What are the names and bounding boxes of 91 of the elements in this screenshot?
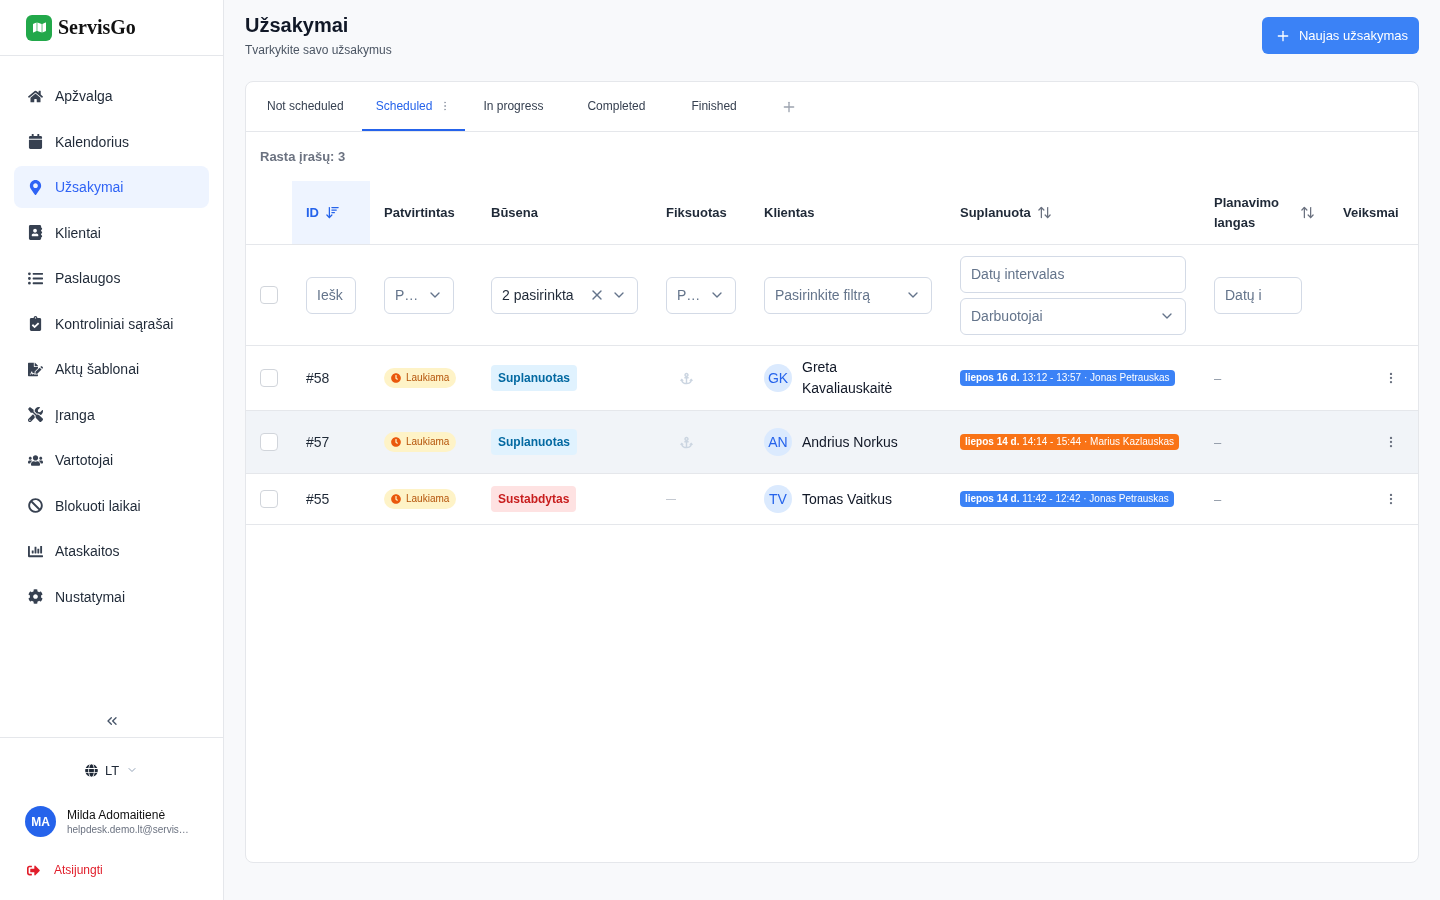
schedule-tag: liepos 14 d. 11:42 - 12:42 · Jonas Petrauskas — [960, 491, 1174, 507]
tools-icon — [28, 407, 43, 422]
brand-name: ServisGo — [58, 16, 136, 39]
result-count: Rasta įrašų: 3 — [259, 148, 347, 165]
contact-book-icon — [28, 225, 43, 240]
nav-item[interactable]: Nustatymai — [14, 575, 209, 618]
nav-item[interactable]: Paslaugos — [14, 257, 209, 299]
column-header: Veiksmai — [1342, 203, 1400, 222]
logo-icon — [26, 14, 52, 41]
tab[interactable]: In progress — [469, 82, 570, 131]
clock-icon — [391, 494, 401, 504]
user-avatar: MA — [25, 806, 56, 837]
nav-item[interactable]: Kontroliniai sąrašai — [14, 302, 209, 345]
status-tag: Suplanuotas — [491, 429, 577, 455]
empty-value: – — [1214, 491, 1222, 507]
search-field[interactable]: Datų intervalas — [960, 255, 1186, 293]
schedule-tag: liepos 16 d. 13:12 - 13:57 · Jonas Petrauskas — [960, 370, 1175, 386]
order-id: #55 — [306, 491, 330, 507]
status-tag: Suplanuotas — [491, 365, 577, 391]
clipboard-check-icon — [28, 316, 43, 331]
nav-item[interactable]: Įranga — [14, 393, 209, 436]
tab[interactable]: Not scheduled — [253, 82, 358, 131]
anchor-icon — [679, 435, 693, 449]
filter-select[interactable]: P… — [666, 276, 736, 314]
search-field[interactable]: Iešk — [306, 276, 356, 314]
sort-arrows-icon — [1300, 205, 1315, 220]
filter-select[interactable]: Pasirinkite filtrą — [764, 276, 932, 314]
tab[interactable]: Completed — [573, 82, 674, 131]
nav-item[interactable]: Užsakymai — [14, 166, 209, 208]
client-name: Tomas Vaitkus — [802, 489, 892, 509]
column-header[interactable]: ID — [292, 181, 370, 244]
column-header: Būsena — [490, 203, 539, 222]
settings-icon — [28, 589, 43, 604]
order-id: #58 — [306, 370, 330, 386]
column-header: Patvirtintas — [383, 203, 456, 222]
tab[interactable]: Scheduled — [361, 82, 466, 131]
sort-descending-icon — [325, 205, 340, 220]
page-title: Užsakymai — [245, 13, 350, 38]
clock-icon — [391, 373, 401, 383]
client-avatar: AN — [764, 428, 792, 456]
users-icon — [28, 452, 43, 468]
globe-icon — [84, 763, 98, 777]
tab[interactable]: Finished — [677, 82, 778, 131]
user-name: Milda Adomaitienė — [67, 808, 167, 822]
approval-label: Laukiama — [406, 436, 450, 448]
column-header: Klientas — [763, 203, 816, 222]
order-id: #57 — [306, 434, 330, 450]
map-pin-icon — [28, 179, 43, 195]
status-tag: Sustabdytas — [491, 486, 577, 512]
nav-item[interactable]: Klientai — [14, 211, 209, 254]
approval-label: Laukiama — [406, 493, 450, 505]
approval-label: Laukiama — [406, 372, 450, 384]
client-name: Andrius Norkus — [802, 432, 898, 452]
user-email: helpdesk.demo.lt@servis… — [67, 824, 189, 835]
search-field[interactable]: Datų i — [1214, 276, 1302, 314]
nav-item[interactable]: Apžvalga — [14, 75, 209, 117]
logout-button[interactable]: Atsijungti — [27, 860, 103, 880]
nav-item[interactable]: Aktų šablonai — [14, 348, 209, 390]
ban-icon — [28, 498, 43, 513]
language-select[interactable]: LT — [80, 758, 143, 782]
checkbox[interactable] — [260, 286, 278, 304]
schedule-tag: liepos 14 d. 14:14 - 15:44 · Marius Kazlauskas — [960, 434, 1179, 450]
checkbox[interactable] — [260, 369, 278, 387]
filter-select[interactable]: 2 pasirinkta — [491, 276, 638, 314]
logout-icon — [27, 863, 40, 877]
nav-item[interactable]: Vartotojai — [14, 439, 209, 481]
page-subtitle: Tvarkykite savo užsakymus — [245, 42, 392, 58]
checkbox[interactable] — [260, 433, 278, 451]
empty-value: – — [1214, 434, 1222, 450]
nav-item[interactable]: Blokuoti laikai — [14, 484, 209, 527]
column-header[interactable]: Suplanuota — [946, 181, 1200, 244]
clock-icon — [391, 437, 401, 447]
nav-item[interactable]: Kalendorius — [14, 120, 209, 163]
client-avatar: TV — [764, 485, 792, 513]
filter-select[interactable]: Darbuotojai — [960, 297, 1186, 335]
anchor-icon — [679, 371, 693, 385]
home-icon — [28, 88, 43, 104]
column-header[interactable]: Planavimo langas — [1200, 181, 1329, 244]
empty-value: – — [1214, 370, 1222, 386]
list-icon — [28, 270, 43, 286]
client-avatar: GK — [764, 364, 792, 392]
bar-chart-icon — [28, 543, 43, 559]
new-order-button[interactable]: Naujas užsakymas — [1261, 17, 1419, 54]
nav-item[interactable]: Ataskaitos — [14, 530, 209, 572]
file-pen-icon — [28, 361, 43, 377]
sort-arrows-icon — [1036, 205, 1052, 220]
client-name: Greta Kavaliauskaitė — [802, 358, 894, 398]
calendar-icon — [28, 134, 43, 149]
checkbox[interactable] — [260, 490, 278, 508]
filter-select[interactable]: P… — [384, 276, 454, 314]
column-header: Fiksuotas — [665, 203, 728, 222]
